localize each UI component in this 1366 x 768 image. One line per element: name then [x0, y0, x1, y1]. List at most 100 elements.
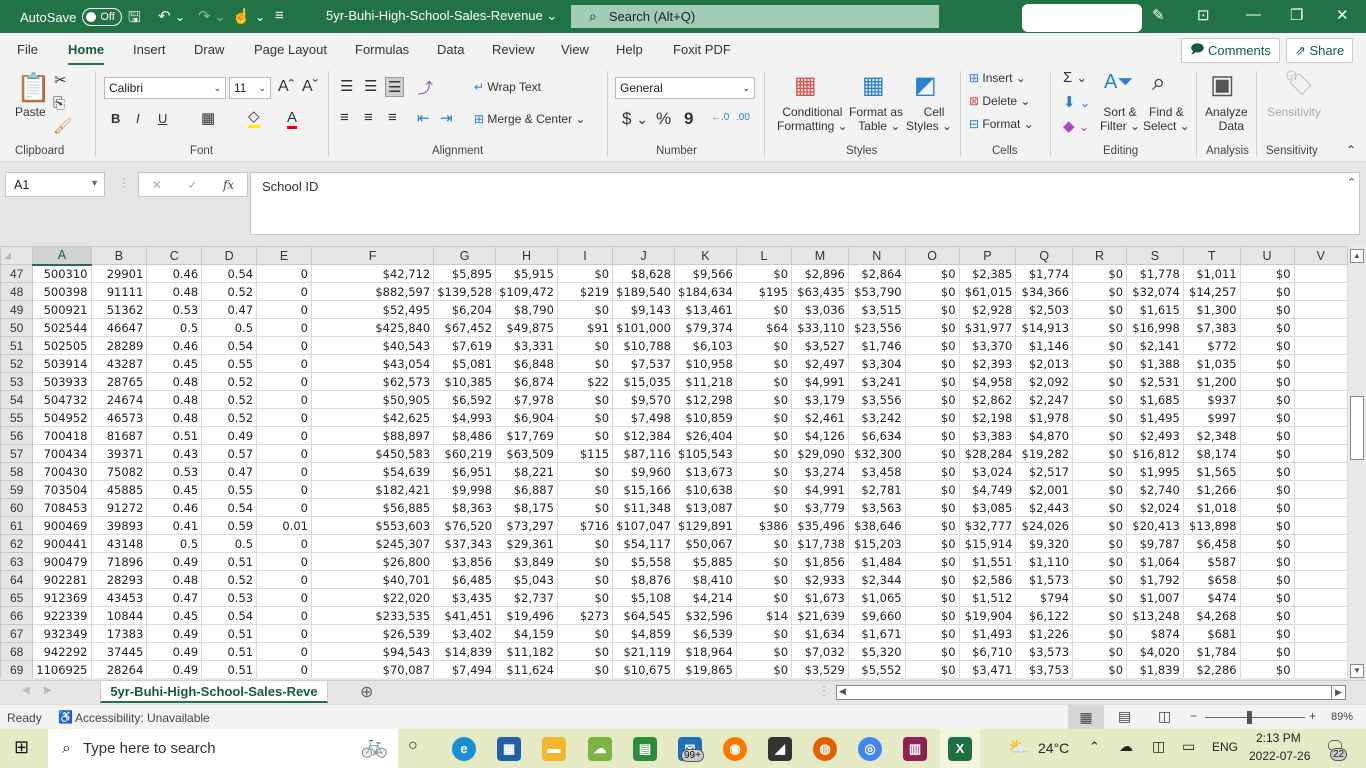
format-as-table-button[interactable]: Format as Table ⌄ [849, 105, 903, 133]
row-header[interactable]: 65 [0, 588, 34, 607]
cell-t56[interactable]: $2,348 [1182, 426, 1241, 445]
cell-d58[interactable]: 0.47 [201, 462, 258, 481]
cell-o53[interactable]: $0 [904, 372, 960, 391]
cell-h63[interactable]: $3,849 [495, 552, 558, 571]
cell-l69[interactable]: $0 [735, 660, 793, 678]
ribbon-display-icon[interactable]: ⊡ [1197, 6, 1210, 24]
currency-button[interactable]: $ ⌄ [622, 109, 648, 129]
vertical-scrollbar[interactable]: ▲ ▼ [1348, 246, 1366, 678]
weather-temp[interactable]: 24°C [1038, 740, 1069, 756]
cell-n66[interactable]: $9,660 [847, 606, 906, 625]
cell-d60[interactable]: 0.54 [201, 498, 258, 517]
accessibility-status[interactable]: Accessibility: Unavailable [75, 711, 210, 725]
cell-a49[interactable]: 500921 [32, 300, 92, 319]
cell-m51[interactable]: $3,527 [791, 336, 849, 355]
cell-s49[interactable]: $1,615 [1126, 300, 1184, 319]
app-icon[interactable]: ☁ [588, 737, 612, 761]
cell-b67[interactable]: 17383 [90, 624, 148, 643]
cell-i56[interactable]: $0 [556, 426, 614, 445]
scroll-left-icon[interactable]: ◀ [839, 686, 846, 697]
cell-m49[interactable]: $3,036 [791, 300, 849, 319]
cell-i52[interactable]: $0 [556, 354, 614, 373]
cell-f61[interactable]: $553,603 [310, 516, 435, 535]
italic-button[interactable]: I [136, 111, 140, 126]
column-header-p[interactable]: P [958, 246, 1017, 265]
cell-m64[interactable]: $2,933 [791, 570, 849, 589]
find-select-icon[interactable]: ⌕ [1152, 69, 1165, 97]
column-header-b[interactable]: B [90, 246, 148, 265]
cell-c55[interactable]: 0.48 [146, 408, 203, 427]
cell-t48[interactable]: $14,257 [1182, 282, 1241, 301]
cell-a56[interactable]: 700418 [32, 426, 92, 445]
cell-j64[interactable]: $8,876 [612, 570, 675, 589]
row-header[interactable]: 49 [0, 300, 34, 319]
store-icon[interactable]: ▦ [497, 737, 521, 761]
cell-o63[interactable]: $0 [904, 552, 960, 571]
cell-j52[interactable]: $7,537 [612, 354, 675, 373]
cell-e53[interactable]: 0 [256, 372, 312, 391]
cell-g65[interactable]: $3,435 [433, 588, 497, 607]
redo-icon[interactable]: ↷ ⌄ [198, 7, 225, 25]
align-left-icon[interactable]: ≡ [340, 109, 349, 126]
align-bottom-icon[interactable]: ☰ [385, 77, 405, 97]
cell-s62[interactable]: $9,787 [1126, 534, 1184, 553]
cell-h48[interactable]: $109,472 [495, 282, 558, 301]
cell-h54[interactable]: $7,978 [495, 390, 558, 409]
cell-e59[interactable]: 0 [256, 480, 312, 499]
cell-u68[interactable]: $0 [1239, 642, 1295, 661]
cell-s50[interactable]: $16,998 [1126, 318, 1184, 337]
page-break-view-icon[interactable]: ◫ [1158, 708, 1171, 725]
cell-d48[interactable]: 0.52 [201, 282, 258, 301]
cell-q68[interactable]: $3,573 [1015, 642, 1074, 661]
cell-r51[interactable]: $0 [1072, 336, 1128, 355]
minimize-icon[interactable]: — [1246, 6, 1261, 23]
cell-f55[interactable]: $42,625 [310, 408, 435, 427]
sticky-notes-icon[interactable]: ◢ [768, 737, 792, 761]
search-input[interactable]: ⌕ Search (Alt+Q) [571, 5, 939, 28]
cell-u57[interactable]: $0 [1239, 444, 1295, 463]
row-header[interactable]: 50 [0, 318, 34, 337]
cell-r49[interactable]: $0 [1072, 300, 1128, 319]
cell-l52[interactable]: $0 [735, 354, 793, 373]
cell-l60[interactable]: $0 [735, 498, 793, 517]
cell-a48[interactable]: 500398 [32, 282, 92, 301]
format-as-table-icon[interactable]: ▦ [862, 71, 885, 100]
cell-a66[interactable]: 922339 [32, 606, 92, 625]
vpn-app-icon[interactable]: ◉ [723, 737, 747, 761]
cell-g68[interactable]: $14,839 [433, 642, 497, 661]
cell-n68[interactable]: $5,320 [847, 642, 906, 661]
cell-a62[interactable]: 900441 [32, 534, 92, 553]
sort-filter-button[interactable]: Sort & Filter ⌄ [1100, 105, 1140, 133]
file-explorer-icon[interactable]: ▬ [542, 737, 566, 761]
cell-m54[interactable]: $3,179 [791, 390, 849, 409]
row-header[interactable]: 47 [0, 264, 34, 283]
cell-p61[interactable]: $32,777 [958, 516, 1017, 535]
cell-l62[interactable]: $0 [735, 534, 793, 553]
cell-s66[interactable]: $13,248 [1126, 606, 1184, 625]
cell-q53[interactable]: $2,092 [1015, 372, 1074, 391]
cell-c60[interactable]: 0.46 [146, 498, 203, 517]
cell-b48[interactable]: 91111 [90, 282, 148, 301]
cell-e50[interactable]: 0 [256, 318, 312, 337]
cell-q52[interactable]: $2,013 [1015, 354, 1074, 373]
cell-m53[interactable]: $4,991 [791, 372, 849, 391]
cell-i50[interactable]: $91 [556, 318, 614, 337]
cell-b47[interactable]: 29901 [90, 264, 148, 283]
cell-h49[interactable]: $8,790 [495, 300, 558, 319]
cell-b57[interactable]: 39371 [90, 444, 148, 463]
cell-j60[interactable]: $11,348 [612, 498, 675, 517]
cell-k60[interactable]: $13,087 [674, 498, 737, 517]
align-center-icon[interactable]: ≡ [364, 109, 373, 126]
cell-m58[interactable]: $3,274 [791, 462, 849, 481]
font-family-select[interactable]: Calibri ⌄ [104, 77, 226, 99]
cell-r66[interactable]: $0 [1072, 606, 1128, 625]
cell-v54[interactable] [1293, 390, 1348, 409]
column-header-k[interactable]: K [674, 246, 737, 265]
cell-d63[interactable]: 0.51 [201, 552, 258, 571]
cell-s60[interactable]: $2,024 [1126, 498, 1184, 517]
cell-q66[interactable]: $6,122 [1015, 606, 1074, 625]
cell-i65[interactable]: $0 [556, 588, 614, 607]
cell-u63[interactable]: $0 [1239, 552, 1295, 571]
cell-u66[interactable]: $0 [1239, 606, 1295, 625]
row-header[interactable]: 66 [0, 606, 34, 625]
